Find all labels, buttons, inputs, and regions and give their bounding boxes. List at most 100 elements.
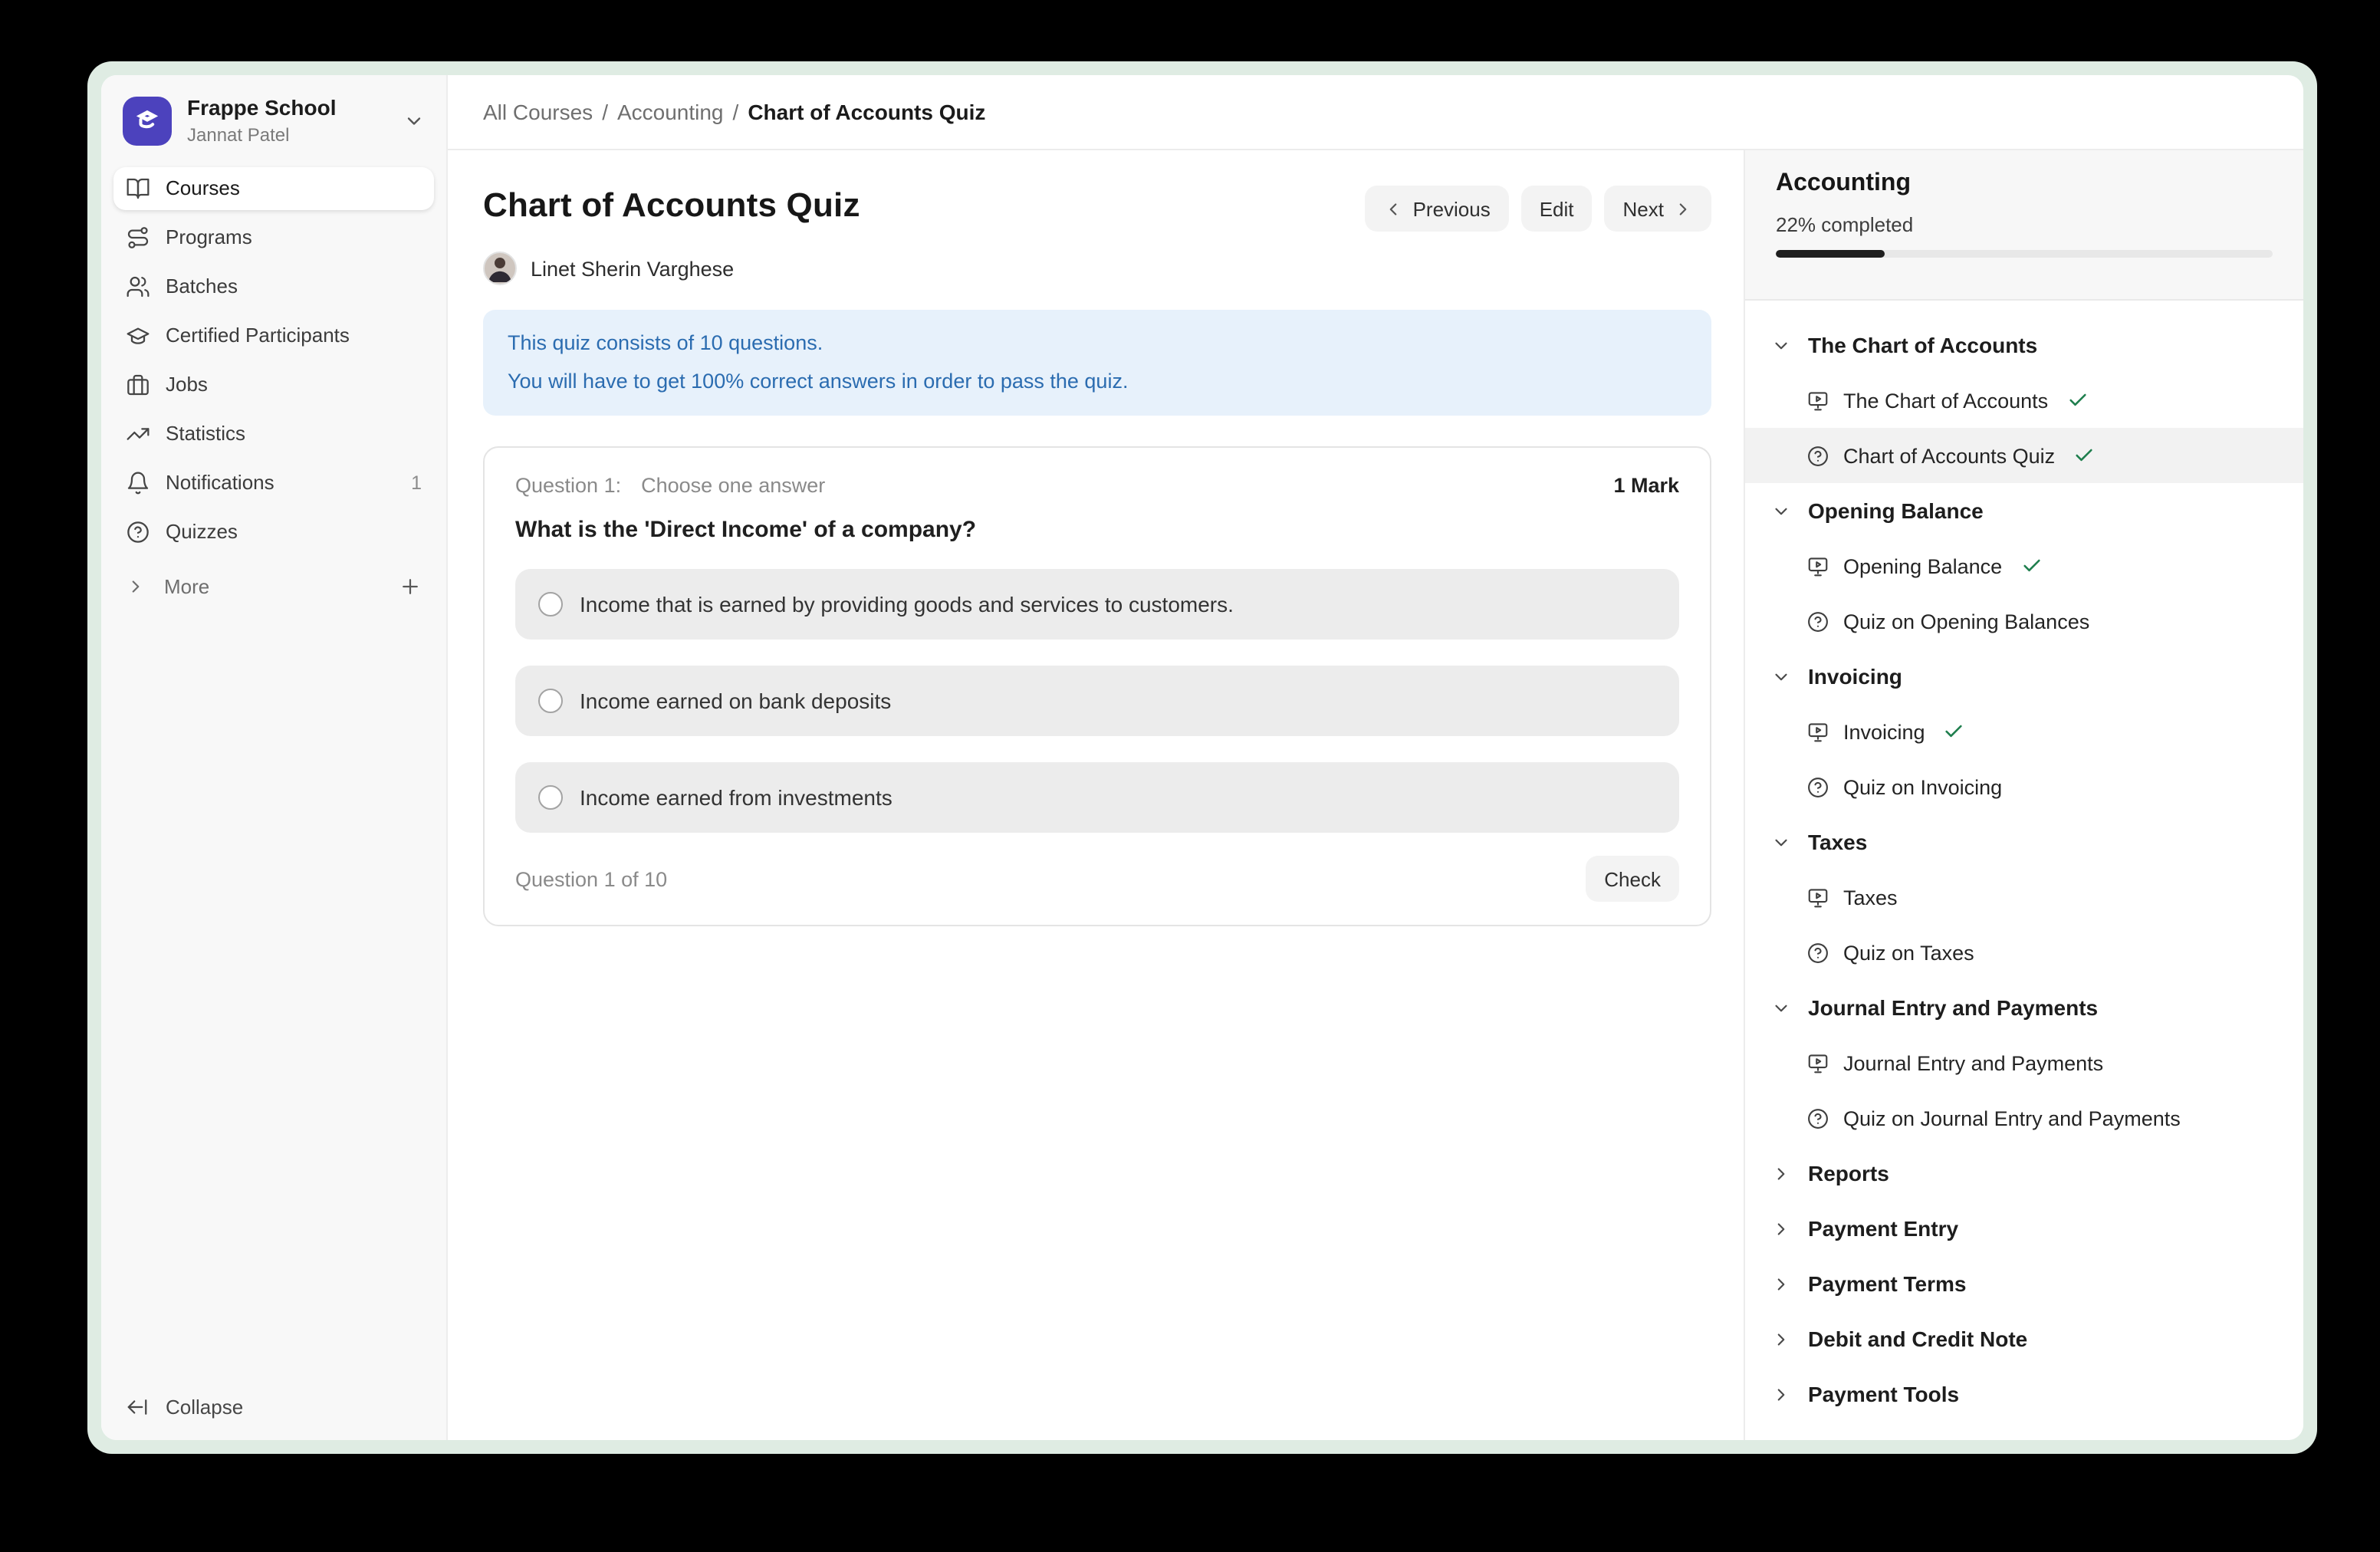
sidebar-item-statistics[interactable]: Statistics	[113, 412, 434, 455]
chapter-title: Taxes	[1808, 830, 1867, 854]
quiz-nav-actions: Previous Edit Next	[1366, 186, 1711, 232]
course-progress-label: 22% completed	[1776, 213, 2273, 236]
lesson-item[interactable]: Taxes	[1745, 870, 2303, 925]
help-circle-icon	[1806, 610, 1829, 633]
chapter-opening-balance[interactable]: Opening Balance	[1745, 483, 2303, 538]
presentation-play-icon	[1806, 1051, 1829, 1074]
help-circle-icon	[126, 519, 150, 544]
sidebar-collapse-button[interactable]: Collapse	[101, 1374, 446, 1440]
route-icon	[126, 225, 150, 249]
lesson-item[interactable]: The Chart of Accounts	[1745, 373, 2303, 428]
answer-option[interactable]: Income that is earned by providing goods…	[515, 569, 1679, 640]
course-progress-bar	[1776, 250, 2273, 258]
course-outline: The Chart of Accounts The Chart of Accou…	[1745, 301, 2303, 1422]
chevron-down-icon	[1771, 501, 1791, 521]
screen: Frappe School Jannat Patel Courses Progr…	[0, 0, 2380, 1552]
lesson-item[interactable]: Quiz on Invoicing	[1745, 759, 2303, 814]
lesson-item[interactable]: Journal Entry and Payments	[1745, 1035, 2303, 1090]
workspace-switcher[interactable]: Frappe School Jannat Patel	[101, 75, 446, 163]
course-outline-header: Accounting 22% completed	[1745, 150, 2303, 301]
collapse-sidebar-icon	[126, 1396, 149, 1419]
lesson-label: Quiz on Invoicing	[1843, 775, 2002, 798]
chevron-right-icon	[1673, 199, 1693, 219]
app-window: Frappe School Jannat Patel Courses Progr…	[87, 61, 2317, 1454]
chapter-invoicing[interactable]: Invoicing	[1745, 649, 2303, 704]
page-title: Chart of Accounts Quiz	[483, 186, 860, 225]
sidebar-more-toggle[interactable]: More	[101, 559, 446, 613]
sidebar-item-certified-participants[interactable]: Certified Participants	[113, 314, 434, 357]
plus-icon[interactable]	[399, 574, 422, 597]
radio-button[interactable]	[538, 785, 563, 810]
sidebar-item-label: Courses	[166, 176, 240, 199]
author-name: Linet Sherin Varghese	[531, 257, 734, 280]
bell-icon	[126, 470, 150, 495]
chapter-journal-entry-and-payments[interactable]: Journal Entry and Payments	[1745, 980, 2303, 1035]
chevron-down-icon	[1771, 666, 1791, 686]
check-button[interactable]: Check	[1586, 856, 1679, 902]
workspace-info: Frappe School Jannat Patel	[187, 95, 336, 146]
breadcrumb-accounting[interactable]: Accounting	[617, 100, 724, 124]
lesson-item-current[interactable]: Chart of Accounts Quiz	[1745, 428, 2303, 483]
question-text: What is the 'Direct Income' of a company…	[515, 517, 1679, 543]
answer-option[interactable]: Income earned on bank deposits	[515, 666, 1679, 736]
chevron-right-icon	[126, 576, 146, 596]
chapter-title: Payment Entry	[1808, 1216, 1958, 1241]
chevron-right-icon	[1771, 1274, 1791, 1294]
radio-button[interactable]	[538, 592, 563, 617]
book-open-icon	[126, 176, 150, 200]
chapter-payment-entry[interactable]: Payment Entry	[1745, 1201, 2303, 1256]
radio-button[interactable]	[538, 689, 563, 713]
chapter-taxes[interactable]: Taxes	[1745, 814, 2303, 870]
help-circle-icon	[1806, 444, 1829, 467]
sidebar-item-label: Quizzes	[166, 520, 238, 543]
presentation-play-icon	[1806, 554, 1829, 577]
answer-option-label: Income that is earned by providing goods…	[580, 592, 1234, 617]
lesson-label: Taxes	[1843, 886, 1898, 909]
lesson-item[interactable]: Quiz on Journal Entry and Payments	[1745, 1090, 2303, 1146]
answer-option[interactable]: Income earned from investments	[515, 762, 1679, 833]
quiz-notice-banner: This quiz consists of 10 questions. You …	[483, 310, 1711, 416]
course-progress-fill	[1776, 250, 1885, 258]
chevron-down-icon	[1771, 832, 1791, 852]
edit-button[interactable]: Edit	[1521, 186, 1593, 232]
sidebar-item-notifications[interactable]: Notifications 1	[113, 461, 434, 504]
chapter-debit-and-credit-note[interactable]: Debit and Credit Note	[1745, 1311, 2303, 1366]
breadcrumb-current: Chart of Accounts Quiz	[748, 100, 985, 124]
chapter-title: Reports	[1808, 1161, 1889, 1185]
breadcrumb-all-courses[interactable]: All Courses	[483, 100, 593, 124]
lesson-item[interactable]: Invoicing	[1745, 704, 2303, 759]
check-icon	[2066, 390, 2088, 411]
sidebar-menu: Courses Programs Batches Certified Parti…	[101, 163, 446, 559]
chapter-payment-terms[interactable]: Payment Terms	[1745, 1256, 2303, 1311]
sidebar-item-batches[interactable]: Batches	[113, 265, 434, 307]
chevron-left-icon	[1384, 199, 1404, 219]
chevron-down-icon[interactable]	[403, 110, 425, 132]
chapter-the-chart-of-accounts[interactable]: The Chart of Accounts	[1745, 317, 2303, 373]
chapter-payment-tools[interactable]: Payment Tools	[1745, 1366, 2303, 1422]
sidebar-item-quizzes[interactable]: Quizzes	[113, 510, 434, 553]
sidebar-item-programs[interactable]: Programs	[113, 215, 434, 258]
presentation-play-icon	[1806, 389, 1829, 412]
content-column: All Courses / Accounting / Chart of Acco…	[448, 75, 2303, 1440]
sidebar-item-courses[interactable]: Courses	[113, 166, 434, 209]
frappe-school-logo	[123, 97, 172, 146]
lesson-item[interactable]: Quiz on Opening Balances	[1745, 594, 2303, 649]
sidebar-item-jobs[interactable]: Jobs	[113, 363, 434, 406]
lesson-label: Quiz on Opening Balances	[1843, 610, 2089, 633]
notice-line: This quiz consists of 10 questions.	[508, 325, 1687, 363]
lesson-label: Opening Balance	[1843, 554, 2002, 577]
chapter-reports[interactable]: Reports	[1745, 1146, 2303, 1201]
question-number: Question 1:	[515, 474, 621, 497]
left-sidebar: Frappe School Jannat Patel Courses Progr…	[101, 75, 448, 1440]
check-icon	[2073, 445, 2095, 466]
next-button[interactable]: Next	[1605, 186, 1711, 232]
lms-app: Frappe School Jannat Patel Courses Progr…	[101, 75, 2303, 1440]
sidebar-collapse-label: Collapse	[166, 1396, 243, 1419]
lesson-item[interactable]: Opening Balance	[1745, 538, 2303, 594]
question-header: Question 1: Choose one answer 1 Mark	[515, 474, 1679, 497]
presentation-play-icon	[1806, 720, 1829, 743]
body-row: Chart of Accounts Quiz Previous Edit	[448, 150, 2303, 1440]
lesson-item[interactable]: Quiz on Taxes	[1745, 925, 2303, 980]
previous-button[interactable]: Previous	[1366, 186, 1509, 232]
help-circle-icon	[1806, 941, 1829, 964]
